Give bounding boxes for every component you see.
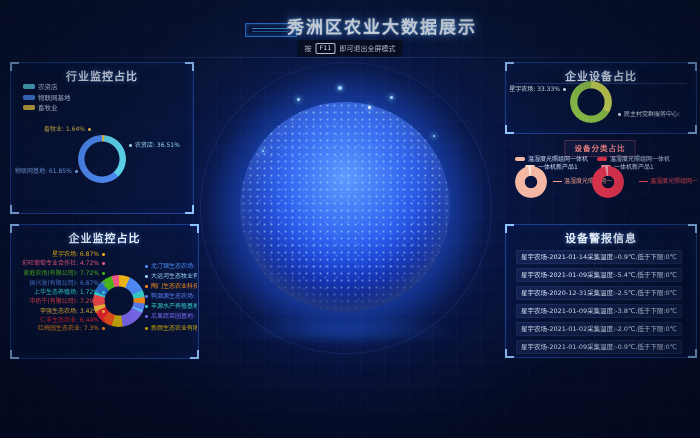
- legend-label: 一体机新产品1: [614, 162, 654, 171]
- pie-label: 北汀锦生态农场: 11.16%: [145, 263, 197, 271]
- pie-label: 仁丰生态农业: 6.44%: [13, 317, 105, 325]
- glow-particle: [297, 98, 300, 101]
- legend-label: 畜牧业: [38, 102, 58, 112]
- globe-reflection: [225, 318, 465, 344]
- alarm-row: 星宇农场-2021-01-02采集温度:-2.0℃,低于下限:0℃: [516, 322, 682, 336]
- pie-label: 上华生态养殖场: 1.72%: [13, 289, 105, 297]
- pie-label: 陶门生态农业科技有限公: [145, 283, 197, 291]
- pie-label: 中奶牛(有限公司): 7.29%: [13, 298, 105, 306]
- glow-particle: [262, 150, 264, 152]
- pie-label: 彩旺葡萄专业合作社: 4.72%: [13, 260, 105, 268]
- f11-keycap: F11: [315, 43, 335, 54]
- globe-dot-map: [240, 102, 450, 312]
- pie-label: 鸭潮源生态农场: 4.29: [145, 293, 197, 301]
- glow-particle: [433, 135, 435, 137]
- alarm-row: 星宇农场-2021-01-09采集温度:-3.8℃,低于下限:0℃: [516, 304, 682, 318]
- panel-title: 企业监控占比: [11, 230, 198, 246]
- industry-monitor-panel: 行业监控占比 农资店 物联网基地 畜牧业 畜牧业: 1.64% 农资店: 36.…: [10, 62, 194, 214]
- legend-swatch: [597, 157, 607, 161]
- alarm-row: 星宇农场-2021-01-09采集温度:-5.4℃,低于下限:0℃: [516, 268, 682, 282]
- legend-item[interactable]: 畜牧业: [23, 102, 58, 112]
- alarm-info-panel: 设备警报信息 星宇农场-2021-01-14采集温度:-0.9℃,低于下限:0℃…: [505, 224, 697, 358]
- pie-label: 物联网基地: 61.85%: [15, 168, 78, 176]
- alarm-row: 星宇农场-2021-01-09采集温度:-0.9℃,低于下限:0℃: [516, 340, 682, 354]
- pie-label: 温湿度光照组网一: [639, 176, 698, 185]
- pie-label: 星宇农场: 33.33%: [508, 86, 566, 94]
- pie-label: 大运河生态牧业有限责任公: [145, 273, 197, 281]
- glow-particle: [368, 106, 371, 109]
- pie-label: 家庭农场(有限公司): 7.72%: [13, 270, 105, 278]
- pie-label: 瓜果蔬菜园基地: 15.02%: [145, 313, 197, 321]
- pie-label: 星宇农场: 6.87%: [13, 251, 105, 259]
- legend-label: 一体机新产品1: [538, 162, 578, 171]
- category-donut-chart-right[interactable]: [592, 166, 624, 198]
- alarm-row: 星宇农场-2020-12-31采集温度:-2.5℃,低于下限:0℃: [516, 286, 682, 300]
- legend-item[interactable]: 物联网基地: [23, 92, 71, 102]
- device-ratio-panel: 企业设备占比 星宇农场: 33.33% 民主村党群服务中心:: [505, 62, 697, 134]
- alarm-row: 星宇农场-2021-01-14采集温度:-0.9℃,低于下限:0℃: [516, 250, 682, 264]
- header-divider: [0, 57, 700, 58]
- enterprise-monitor-panel: 企业监控占比 星宇农场: 6.87% 彩旺葡萄专业合作社: 4.72% 家庭农场…: [10, 224, 199, 359]
- pie-label: 畜牧业: 1.64%: [21, 126, 91, 134]
- globe-visualization: [240, 102, 450, 312]
- legend-swatch: [23, 84, 35, 89]
- glow-particle: [390, 96, 393, 99]
- legend-label: 物联网基地: [38, 92, 71, 102]
- hint-prefix: 按: [304, 44, 311, 54]
- glow-particle: [338, 86, 342, 90]
- category-donut-chart-left[interactable]: [515, 166, 547, 198]
- device-category-section: 设备分类占比 温湿度光照组网一体机 一体机新产品1 温湿度光照组网一 温湿度光照…: [505, 138, 695, 216]
- legend-swatch: [515, 157, 525, 161]
- pie-label: 农资店: 36.51%: [129, 142, 180, 150]
- pie-label: 红梅园生态农业: 7.3%: [13, 325, 105, 333]
- pie-label: 新颜生态农业有限公司: 6.87: [145, 325, 197, 333]
- hint-suffix: 即可退出全屏模式: [340, 44, 396, 54]
- pie-label: 民主村党群服务中心:: [618, 111, 694, 119]
- device-donut-chart[interactable]: [570, 81, 612, 123]
- legend-swatch: [23, 105, 35, 110]
- pie-label: 李强生态农场: 3.42%: [13, 308, 105, 316]
- panel-title: 企业设备占比: [506, 68, 696, 84]
- legend-item[interactable]: 农资店: [23, 81, 58, 91]
- legend-swatch: [23, 95, 35, 100]
- fullscreen-hint: 按 F11 即可退出全屏模式: [297, 40, 402, 57]
- industry-donut-chart[interactable]: [78, 135, 126, 183]
- page-title: 秀洲区农业大数据展示: [287, 13, 477, 38]
- pie-label: 振兴发(有限公司): 6.87%: [13, 280, 105, 288]
- pie-label: 丰源水产养殖基地: 1.: [145, 303, 197, 311]
- dashboard: 秀洲区农业大数据展示 按 F11 即可退出全屏模式 行业监控占比 农资店 物联网…: [0, 0, 700, 438]
- legend-label: 农资店: [38, 81, 58, 91]
- panel-title: 设备警报信息: [506, 230, 696, 246]
